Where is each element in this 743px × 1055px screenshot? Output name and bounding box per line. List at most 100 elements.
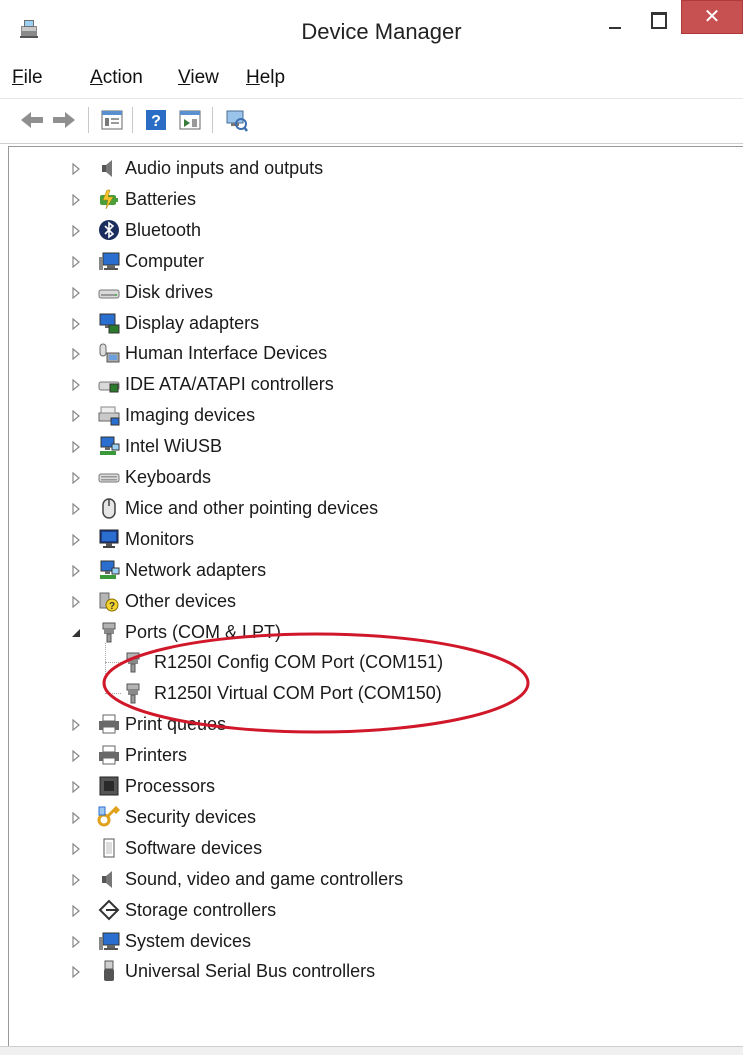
tree-item[interactable]: ? Other devices [9, 586, 729, 616]
expand-arrow-icon[interactable] [71, 378, 81, 392]
highlight-ellipse [102, 632, 530, 734]
computer-icon [97, 249, 121, 273]
tree-item-label: Display adapters [125, 312, 260, 333]
tree-item[interactable]: Imaging devices [9, 400, 729, 430]
expand-arrow-icon[interactable] [71, 749, 81, 763]
tree-item[interactable]: System devices [9, 926, 729, 956]
battery-icon [97, 187, 121, 211]
menu-view[interactable]: View [178, 67, 219, 89]
tree-item-label: Intel WiUSB [125, 436, 223, 457]
usb-icon [97, 959, 121, 983]
tree-item[interactable]: Sound, video and game controllers [9, 864, 729, 894]
tree-item[interactable]: Human Interface Devices [9, 338, 729, 368]
expand-arrow-icon[interactable] [71, 935, 81, 948]
processor-icon [97, 774, 121, 798]
expand-arrow-icon[interactable] [71, 780, 81, 794]
tree-item[interactable]: Network adapters [9, 555, 729, 585]
toolbar-separator [132, 107, 133, 133]
expand-arrow-icon[interactable] [71, 255, 81, 268]
help-icon[interactable]: ? [142, 107, 170, 133]
collapse-arrow-icon[interactable] [71, 626, 81, 638]
tree-item-label: Keyboards [125, 467, 212, 487]
menu-accelerator: H [246, 67, 260, 88]
expand-arrow-icon[interactable] [71, 162, 81, 176]
tree-item[interactable]: Printers [9, 740, 729, 770]
tree-item[interactable]: Batteries [9, 184, 729, 214]
tree-item[interactable]: Keyboards [9, 462, 729, 492]
tree-item[interactable]: Computer [9, 246, 729, 276]
expand-arrow-icon[interactable] [71, 409, 81, 423]
expand-arrow-icon[interactable] [71, 718, 81, 732]
computer-icon [97, 929, 121, 953]
expand-arrow-icon[interactable] [71, 440, 81, 454]
expand-arrow-icon[interactable] [71, 317, 81, 330]
svg-text:?: ? [151, 113, 161, 130]
show-hidden-icon[interactable] [176, 107, 204, 133]
menu-file[interactable]: File [12, 67, 43, 89]
expand-arrow-icon[interactable] [71, 595, 81, 608]
close-button[interactable]: ✕ [681, 0, 743, 34]
tree-item[interactable]: Processors [9, 771, 729, 801]
expand-arrow-icon[interactable] [71, 533, 81, 547]
tree-item[interactable]: Mice and other pointing devices [9, 493, 729, 523]
minimize-button[interactable] [593, 0, 637, 40]
expand-arrow-icon[interactable] [71, 347, 81, 361]
tree-item-label: Software devices [125, 837, 263, 858]
expand-arrow-icon[interactable] [71, 564, 81, 577]
expand-arrow-icon[interactable] [71, 811, 81, 825]
expand-arrow-icon[interactable] [71, 502, 81, 516]
tree-item-label: Printers [125, 745, 188, 766]
menu-help[interactable]: Help [246, 67, 285, 89]
expand-arrow-icon[interactable] [71, 842, 81, 856]
tree-item-label: Bluetooth [125, 219, 202, 240]
tree-item-label: Universal Serial Bus controllers [125, 961, 376, 982]
tree-item-label: System devices [125, 930, 252, 951]
tree-item-label: Computer [125, 250, 205, 271]
scan-hardware-icon[interactable] [222, 107, 250, 133]
tree-item-label: Other devices [125, 590, 237, 611]
tree-item[interactable]: Audio inputs and outputs [9, 153, 729, 183]
tree-item-label: Disk drives [125, 281, 214, 302]
tree-item[interactable]: Disk drives [9, 277, 729, 307]
tree-item[interactable]: Intel WiUSB [9, 431, 729, 461]
tree-item-label: Processors [125, 776, 216, 796]
expand-arrow-icon[interactable] [71, 904, 81, 917]
tree-item[interactable]: Display adapters [9, 308, 729, 338]
tree-item-label: Batteries [125, 188, 197, 209]
expand-arrow-icon[interactable] [71, 193, 81, 207]
tree-item[interactable]: Universal Serial Bus controllers [9, 956, 729, 986]
tree-item-label: Storage controllers [125, 899, 277, 920]
expand-arrow-icon[interactable] [71, 471, 81, 485]
tree-item[interactable]: Bluetooth [9, 215, 729, 245]
expand-arrow-icon[interactable] [71, 965, 81, 979]
expand-arrow-icon[interactable] [71, 873, 81, 886]
network-icon [97, 434, 121, 458]
menu-accelerator: A [90, 67, 103, 88]
toolbar-separator [212, 107, 213, 133]
menu-bar: File Action View Help [0, 58, 743, 99]
properties-icon[interactable] [98, 107, 126, 133]
back-icon[interactable] [18, 107, 46, 133]
expand-arrow-icon[interactable] [71, 224, 81, 238]
toolbar: ? [0, 99, 743, 144]
bluetooth-icon [97, 218, 121, 242]
menu-label: ction [102, 67, 143, 88]
device-tree[interactable]: Audio inputs and outputs Batteries Bluetoo… [8, 146, 743, 1047]
keyboard-icon [97, 465, 121, 489]
tree-item-label: Security devices [125, 806, 257, 827]
close-icon: ✕ [703, 6, 721, 28]
speaker-icon [97, 867, 121, 891]
menu-action[interactable]: Action [90, 67, 143, 89]
forward-icon[interactable] [50, 107, 78, 133]
tree-item[interactable]: IDE ATA/ATAPI controllers [9, 369, 729, 399]
maximize-button[interactable] [640, 0, 680, 40]
tree-item-label: IDE ATA/ATAPI controllers [125, 374, 334, 395]
tree-item[interactable]: Monitors [9, 524, 729, 554]
tree-item[interactable]: Software devices [9, 833, 729, 863]
tree-item[interactable]: Storage controllers [9, 895, 729, 925]
network-icon [97, 558, 121, 582]
tree-item[interactable]: Security devices [9, 802, 729, 832]
ide-controller-icon [97, 372, 121, 396]
expand-arrow-icon[interactable] [71, 286, 81, 299]
mouse-icon [97, 496, 121, 520]
